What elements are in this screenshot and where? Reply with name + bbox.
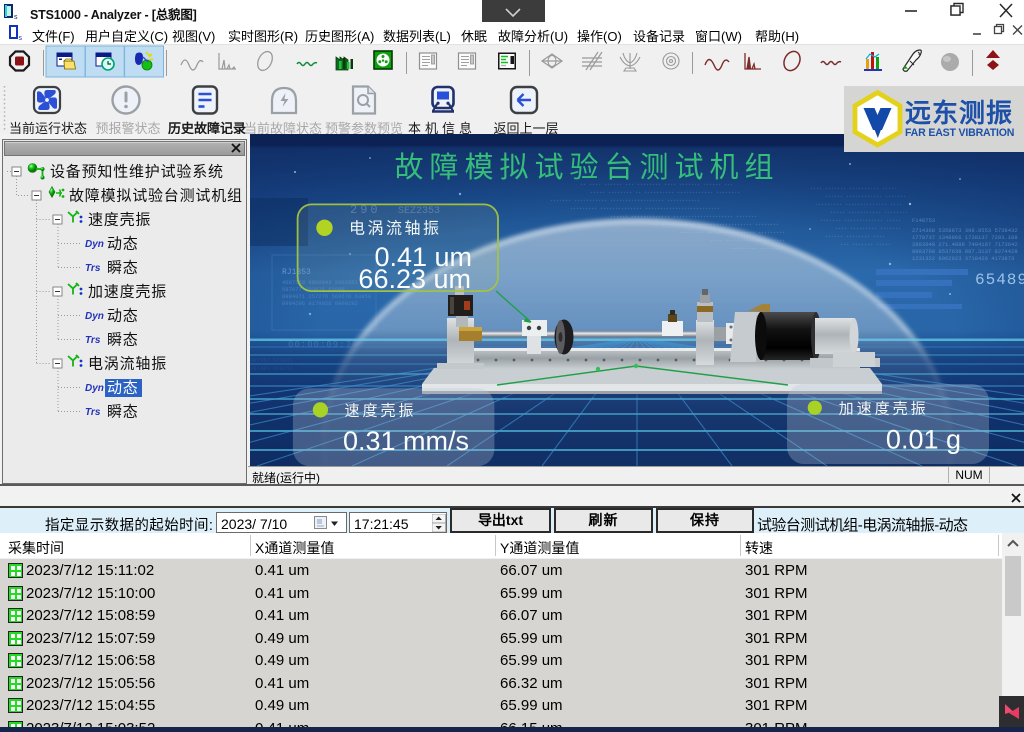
svg-text:速度壳振: 速度壳振 <box>345 403 417 420</box>
svg-text:0.31 mm/s: 0.31 mm/s <box>343 426 469 456</box>
svg-text:1778737 1348866 1738137 7283.1: 1778737 1348866 1738137 7283.188 <box>912 234 1018 241</box>
svg-text:0.01 g: 0.01 g <box>886 425 961 455</box>
svg-text:2714368 5358873 398.8553 57384: 2714368 5358873 398.8553 5738432 <box>912 227 1018 234</box>
svg-text:瞬态: 瞬态 <box>107 260 139 277</box>
svg-text:1231322 8962623 3718429 417387: 1231322 8962623 3718429 4173873 <box>912 255 1014 262</box>
svg-text:故障模拟试验台测试机组: 故障模拟试验台测试机组 <box>394 151 779 184</box>
svg-text:故障模拟试验台测试机组: 故障模拟试验台测试机组 <box>69 187 243 205</box>
svg-text:8984296 9179056 0909292: 8984296 9179056 0909292 <box>282 300 358 307</box>
svg-text:Dyn: Dyn <box>85 239 104 250</box>
svg-text:2883648 271.4888 7484187 71736: 2883648 271.4888 7484187 7173642 <box>912 241 1018 248</box>
svg-text:动态: 动态 <box>107 236 139 253</box>
svg-text:电涡流轴振: 电涡流轴振 <box>88 356 167 373</box>
svg-text:动态: 动态 <box>107 380 139 397</box>
svg-text:8984071 257276 569678 63858: 8984071 257276 569678 63858 <box>282 293 371 300</box>
svg-text:远东测振: 远东测振 <box>905 98 1013 128</box>
svg-text:F148753: F148753 <box>912 217 935 224</box>
svg-text:Trs: Trs <box>85 263 101 274</box>
svg-text:8983768 8537638 987.3137 82744: 8983768 8537638 987.3137 8274428 <box>912 248 1018 255</box>
svg-text:Trs: Trs <box>85 407 101 418</box>
svg-text:设备预知性维护试验系统: 设备预知性维护试验系统 <box>50 164 224 181</box>
svg-text:瞬态: 瞬态 <box>107 404 139 421</box>
svg-text:654897: 654897 <box>975 271 1024 289</box>
svg-text:Dyn: Dyn <box>85 311 104 322</box>
svg-text:Dyn: Dyn <box>85 383 104 394</box>
svg-text:FAR EAST VIBRATION: FAR EAST VIBRATION <box>905 127 1014 139</box>
svg-text:加速度壳振: 加速度壳振 <box>88 284 167 301</box>
svg-text:速度壳振: 速度壳振 <box>88 212 151 229</box>
svg-text:Trs: Trs <box>85 335 101 346</box>
svg-text:加速度壳振: 加速度壳振 <box>839 400 929 417</box>
svg-text:瞬态: 瞬态 <box>107 332 139 349</box>
svg-text:66.23 um: 66.23 um <box>358 264 471 294</box>
svg-text:s: s <box>14 14 18 20</box>
svg-text:动态: 动态 <box>107 308 139 325</box>
svg-text:电涡流轴振: 电涡流轴振 <box>349 220 442 238</box>
